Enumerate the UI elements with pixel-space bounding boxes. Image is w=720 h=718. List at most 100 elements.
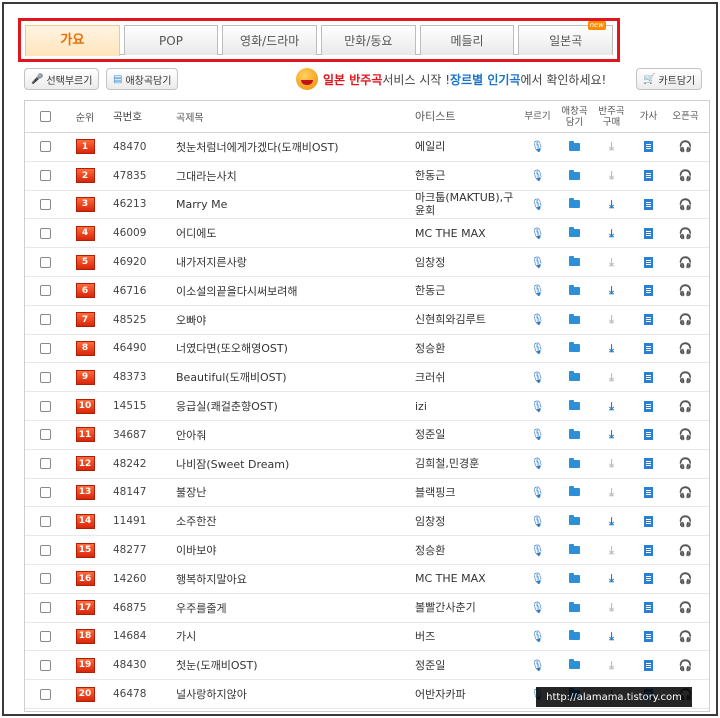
buy-button[interactable]: ⤓ xyxy=(593,487,630,498)
favorite-button[interactable] xyxy=(556,140,593,151)
lyrics-button[interactable] xyxy=(630,659,667,671)
favorite-button[interactable] xyxy=(556,284,593,295)
buy-button[interactable]: ⤓ xyxy=(593,458,630,469)
lyrics-button[interactable] xyxy=(630,573,667,585)
add-cart-button[interactable]: 🛒 카트담기 xyxy=(636,68,703,90)
row-checkbox[interactable] xyxy=(39,400,51,412)
artist-name[interactable]: 에일리 xyxy=(415,140,519,153)
tab-4[interactable]: 메들리 xyxy=(419,25,515,55)
open-song-button[interactable]: 🎧 xyxy=(667,631,704,642)
artist-name[interactable]: 정승환 xyxy=(415,342,519,355)
sing-button[interactable]: 🎙 xyxy=(519,401,556,412)
open-song-button[interactable]: 🎧 xyxy=(667,170,704,181)
artist-name[interactable]: MC THE MAX xyxy=(415,572,519,585)
favorite-button[interactable] xyxy=(556,256,593,267)
open-song-button[interactable]: 🎧 xyxy=(667,372,704,383)
favorite-button[interactable] xyxy=(556,342,593,353)
row-checkbox[interactable] xyxy=(39,170,51,182)
sing-button[interactable]: 🎙 xyxy=(519,285,556,296)
buy-button[interactable]: ⤓ xyxy=(593,170,630,181)
favorite-button[interactable] xyxy=(556,601,593,612)
sing-button[interactable]: 🎙 xyxy=(519,602,556,613)
favorite-button[interactable] xyxy=(556,198,593,209)
row-checkbox[interactable] xyxy=(39,602,51,614)
artist-name[interactable]: 정승환 xyxy=(415,544,519,557)
song-title[interactable]: 이바보야 xyxy=(172,542,415,558)
song-title[interactable]: 오빠야 xyxy=(172,312,415,328)
artist-name[interactable]: 버즈 xyxy=(415,630,519,643)
favorite-button[interactable] xyxy=(556,486,593,497)
buy-button[interactable]: ⤓ xyxy=(593,516,630,527)
song-title[interactable]: 소주한잔 xyxy=(172,513,415,529)
lyrics-button[interactable] xyxy=(630,515,667,527)
buy-button[interactable]: ⤓ xyxy=(593,573,630,584)
artist-name[interactable]: MC THE MAX xyxy=(415,227,519,240)
buy-button[interactable]: ⤓ xyxy=(593,660,630,671)
open-song-button[interactable]: 🎧 xyxy=(667,401,704,412)
tab-5[interactable]: 일본곡 new xyxy=(518,21,614,55)
artist-name[interactable]: 정준일 xyxy=(415,659,519,672)
row-checkbox[interactable] xyxy=(39,285,51,297)
open-song-button[interactable]: 🎧 xyxy=(667,285,704,296)
lyrics-button[interactable] xyxy=(630,458,667,470)
buy-button[interactable]: ⤓ xyxy=(593,285,630,296)
song-title[interactable]: 내가저지른사랑 xyxy=(172,254,415,270)
song-title[interactable]: 안아줘 xyxy=(172,427,415,443)
row-checkbox[interactable] xyxy=(39,486,51,498)
artist-name[interactable]: 크러쉬 xyxy=(415,371,519,384)
row-checkbox[interactable] xyxy=(39,314,51,326)
lyrics-button[interactable] xyxy=(630,486,667,498)
buy-button[interactable]: ⤓ xyxy=(593,343,630,354)
select-sing-button[interactable]: 🎤 선택부르기 xyxy=(24,68,100,90)
lyrics-button[interactable] xyxy=(630,630,667,642)
row-checkbox[interactable] xyxy=(39,573,51,585)
open-song-button[interactable]: 🎧 xyxy=(667,429,704,440)
favorite-button[interactable] xyxy=(556,169,593,180)
sing-button[interactable]: 🎙 xyxy=(519,141,556,152)
lyrics-button[interactable] xyxy=(630,227,667,239)
lyrics-button[interactable] xyxy=(630,544,667,556)
row-checkbox[interactable] xyxy=(39,458,51,470)
buy-button[interactable]: ⤓ xyxy=(593,228,630,239)
sing-button[interactable]: 🎙 xyxy=(519,660,556,671)
open-song-button[interactable]: 🎧 xyxy=(667,516,704,527)
sing-button[interactable]: 🎙 xyxy=(519,516,556,527)
tab-1[interactable]: POP xyxy=(123,25,219,55)
favorite-button[interactable] xyxy=(556,630,593,641)
tab-2[interactable]: 영화/드라마 xyxy=(222,25,318,55)
sing-button[interactable]: 🎙 xyxy=(519,429,556,440)
lyrics-button[interactable] xyxy=(630,602,667,614)
artist-name[interactable]: 한동근 xyxy=(415,169,519,182)
lyrics-button[interactable] xyxy=(630,342,667,354)
favorite-button[interactable] xyxy=(556,428,593,439)
artist-name[interactable]: izi xyxy=(415,400,519,413)
song-title[interactable]: 첫눈처럼너에게가겠다(도깨비OST) xyxy=(172,139,415,155)
open-song-button[interactable]: 🎧 xyxy=(667,199,704,210)
buy-button[interactable]: ⤓ xyxy=(593,429,630,440)
song-title[interactable]: 불장난 xyxy=(172,484,415,500)
buy-button[interactable]: ⤓ xyxy=(593,372,630,383)
artist-name[interactable]: 정준일 xyxy=(415,428,519,441)
open-song-button[interactable]: 🎧 xyxy=(667,573,704,584)
sing-button[interactable]: 🎙 xyxy=(519,573,556,584)
row-checkbox[interactable] xyxy=(39,198,51,210)
song-title[interactable]: 어디에도 xyxy=(172,225,415,241)
buy-button[interactable]: ⤓ xyxy=(593,631,630,642)
lyrics-button[interactable] xyxy=(630,429,667,441)
buy-button[interactable]: ⤓ xyxy=(593,602,630,613)
open-song-button[interactable]: 🎧 xyxy=(667,314,704,325)
song-title[interactable]: 응급실(쾌걸춘향OST) xyxy=(172,398,415,414)
artist-name[interactable]: 신현희와김루트 xyxy=(415,313,519,326)
sing-button[interactable]: 🎙 xyxy=(519,199,556,210)
row-checkbox[interactable] xyxy=(39,515,51,527)
promo-highlight-genre[interactable]: 장르별 인기곡 xyxy=(450,71,520,88)
sing-button[interactable]: 🎙 xyxy=(519,314,556,325)
song-title[interactable]: 첫눈(도깨비OST) xyxy=(172,657,415,673)
song-title[interactable]: 나비잠(Sweet Dream) xyxy=(172,456,415,472)
artist-name[interactable]: 볼빨간사춘기 xyxy=(415,601,519,614)
song-title[interactable]: 너였다면(또오해영OST) xyxy=(172,340,415,356)
open-song-button[interactable]: 🎧 xyxy=(667,660,704,671)
row-checkbox[interactable] xyxy=(39,342,51,354)
artist-name[interactable]: 마크툽(MAKTUB),구윤회 xyxy=(415,191,519,217)
song-title[interactable]: Beautiful(도깨비OST) xyxy=(172,369,415,385)
